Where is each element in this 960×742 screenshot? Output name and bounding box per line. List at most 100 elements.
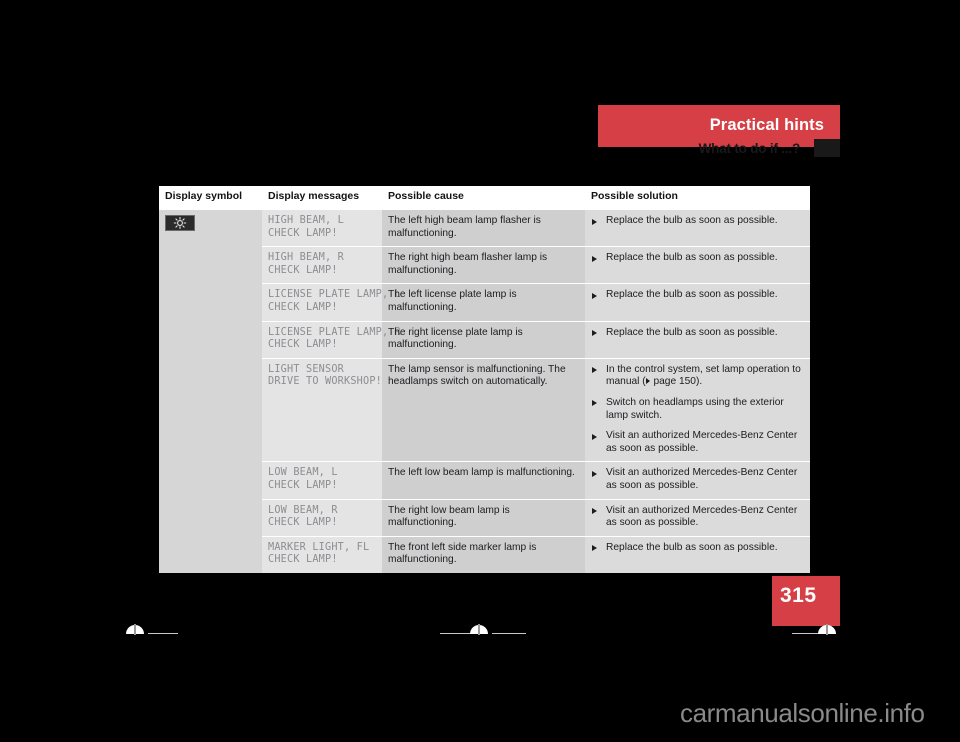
display-message-line: LOW BEAM, R <box>268 504 338 516</box>
possible-solution-cell: Replace the bulb as soon as possible. <box>585 208 810 247</box>
display-message-cell: LICENSE PLATE LAMP, R CHECK LAMP! <box>262 320 402 359</box>
solution-text: Switch on headlamps using the exterior l… <box>606 396 784 421</box>
solution-item: Replace the bulb as soon as possible. <box>591 252 804 265</box>
page-title: Practical hints <box>709 116 824 134</box>
solution-page-reference: page 150). <box>650 376 703 388</box>
possible-cause-cell: The lamp sensor is malfunctioning. The h… <box>382 357 585 462</box>
solution-list: Visit an authorized Mercedes-Benz Center… <box>591 505 804 530</box>
possible-cause-cell: The left license plate lamp is malfuncti… <box>382 283 585 322</box>
section-header: What to do if ...? <box>598 139 840 159</box>
page-number-box: 315 <box>772 576 840 626</box>
solution-text: Replace the bulb as soon as possible. <box>606 215 778 226</box>
possible-solution-cell: Replace the bulb as soon as possible. <box>585 535 810 573</box>
solution-list: Visit an authorized Mercedes-Benz Center… <box>591 467 804 492</box>
display-message-line: MARKER LIGHT, FL <box>268 541 370 553</box>
display-message-line: CHECK LAMP! <box>268 554 338 566</box>
bullet-triangle-icon <box>592 255 597 262</box>
possible-solution-cell: Visit an authorized Mercedes-Benz Center… <box>585 461 810 499</box>
solution-text: Visit an authorized Mercedes-Benz Center… <box>606 504 798 529</box>
possible-solution-cell: Replace the bulb as soon as possible. <box>585 246 810 284</box>
display-message-cell: LIGHT SENSOR DRIVE TO WORKSHOP! <box>262 357 383 462</box>
table-row: HIGH BEAM, L CHECK LAMP! The left high bea… <box>159 208 810 573</box>
section-thumb-tab <box>814 139 840 157</box>
possible-cause-cell: The right license plate lamp is malfunct… <box>382 320 585 359</box>
possible-cause-cell: The front left side marker lamp is malfu… <box>382 535 585 573</box>
bullet-triangle-icon <box>592 367 597 374</box>
display-message-line: CHECK LAMP! <box>268 479 338 491</box>
solution-list: Replace the bulb as soon as possible. <box>591 542 804 555</box>
column-header-possible-cause: Possible cause <box>382 186 585 210</box>
solution-list: Replace the bulb as soon as possible. <box>591 327 804 340</box>
display-message-line: LICENSE PLATE LAMP, R <box>268 326 402 338</box>
table-body: HIGH BEAM, L CHECK LAMP! The left high bea… <box>159 208 810 573</box>
cross-reference-triangle-icon <box>645 377 650 384</box>
possible-solution-cell: Visit an authorized Mercedes-Benz Center… <box>585 498 810 537</box>
bullet-triangle-icon <box>592 218 597 225</box>
table-header-row: Display symbol Display messages Possible… <box>159 186 810 210</box>
possible-solution-cell: Replace the bulb as soon as possible. <box>585 283 810 322</box>
solution-text: Replace the bulb as soon as possible. <box>606 289 778 301</box>
display-message-cell: LICENSE PLATE LAMP, L CHECK LAMP! <box>262 283 401 322</box>
display-message-cell: HIGH BEAM, L CHECK LAMP! <box>262 208 382 247</box>
solution-list: In the control system, set lamp operatio… <box>591 364 804 456</box>
hints-table-container: Display symbol Display messages Possible… <box>159 186 810 573</box>
display-message-line: CHECK LAMP! <box>268 517 338 529</box>
display-message-cell: MARKER LIGHT, FL CHECK LAMP! <box>262 535 382 573</box>
solution-list: Replace the bulb as soon as possible. <box>591 215 804 228</box>
solution-text: Visit an authorized Mercedes-Benz Center… <box>606 430 798 454</box>
display-message-line: HIGH BEAM, R <box>268 252 345 264</box>
bullet-triangle-icon <box>592 433 597 440</box>
bullet-triangle-icon <box>592 470 597 477</box>
site-watermark: carmanualsonline.info <box>680 698 925 728</box>
solution-text: Replace the bulb as soon as possible. <box>606 252 778 264</box>
manual-page: Practical hints What to do if ...? Displ… <box>0 0 960 742</box>
display-messages-table: Display symbol Display messages Possible… <box>159 186 810 573</box>
solution-item: In the control system, set lamp operatio… <box>591 364 804 389</box>
bullet-triangle-icon <box>592 330 597 337</box>
possible-cause-cell: The left high beam lamp flasher is malfu… <box>382 208 585 247</box>
display-symbol-cell <box>159 208 262 573</box>
display-message-line: CHECK LAMP! <box>268 301 338 313</box>
possible-cause-cell: The right low beam lamp is malfunctionin… <box>382 498 585 537</box>
possible-cause-cell: The right high beam flasher lamp is malf… <box>382 246 585 284</box>
bullet-triangle-icon <box>592 508 597 514</box>
display-message-cell: HIGH BEAM, R CHECK LAMP! <box>262 246 382 284</box>
high-beam-lamp-icon <box>165 215 195 231</box>
solution-list: Replace the bulb as soon as possible. <box>591 252 804 265</box>
display-message-cell: LOW BEAM, R CHECK LAMP! <box>262 498 382 537</box>
solution-list: Replace the bulb as soon as possible. <box>591 289 804 302</box>
bullet-triangle-icon <box>592 545 597 552</box>
solution-item: Replace the bulb as soon as possible. <box>591 289 804 302</box>
solution-text: Replace the bulb as soon as possible. <box>606 541 778 553</box>
bullet-triangle-icon <box>592 292 597 299</box>
solution-item: Replace the bulb as soon as possible. <box>591 542 804 555</box>
solution-item: Visit an authorized Mercedes-Benz Center… <box>591 430 804 455</box>
section-title: What to do if ...? <box>698 141 801 156</box>
registration-mark-left <box>108 624 178 636</box>
solution-text: Visit an authorized Mercedes-Benz Center… <box>606 467 798 491</box>
solution-item: Replace the bulb as soon as possible. <box>591 215 804 228</box>
solution-item: Replace the bulb as soon as possible. <box>591 327 804 340</box>
page-number: 315 <box>780 584 817 607</box>
registration-mark-center <box>440 624 530 636</box>
solution-item: Visit an authorized Mercedes-Benz Center… <box>591 467 804 492</box>
possible-cause-cell: The left low beam lamp is malfunctioning… <box>382 461 585 499</box>
display-message-line: DRIVE TO WORKSHOP! <box>268 376 383 388</box>
display-message-cell: LOW BEAM, L CHECK LAMP! <box>262 461 382 499</box>
solution-text: In the control system, set lamp operatio… <box>606 363 801 388</box>
column-header-display-symbol: Display symbol <box>159 186 262 210</box>
display-message-line: LOW BEAM, L <box>268 467 338 479</box>
registration-mark-right <box>792 624 872 636</box>
solution-text: Replace the bulb as soon as possible. <box>606 326 778 338</box>
solution-item: Switch on headlamps using the exterior l… <box>591 397 804 422</box>
display-message-line: CHECK LAMP! <box>268 264 338 276</box>
column-header-possible-solution: Possible solution <box>585 186 810 210</box>
column-header-display-messages: Display messages <box>262 186 382 210</box>
solution-item: Visit an authorized Mercedes-Benz Center… <box>591 505 804 530</box>
display-message-line: CHECK LAMP! <box>268 227 338 239</box>
display-message-line: LIGHT SENSOR <box>268 363 345 375</box>
display-message-line: HIGH BEAM, L <box>268 215 345 226</box>
possible-solution-cell: In the control system, set lamp operatio… <box>585 357 810 462</box>
possible-solution-cell: Replace the bulb as soon as possible. <box>585 320 810 359</box>
bullet-triangle-icon <box>592 400 597 407</box>
